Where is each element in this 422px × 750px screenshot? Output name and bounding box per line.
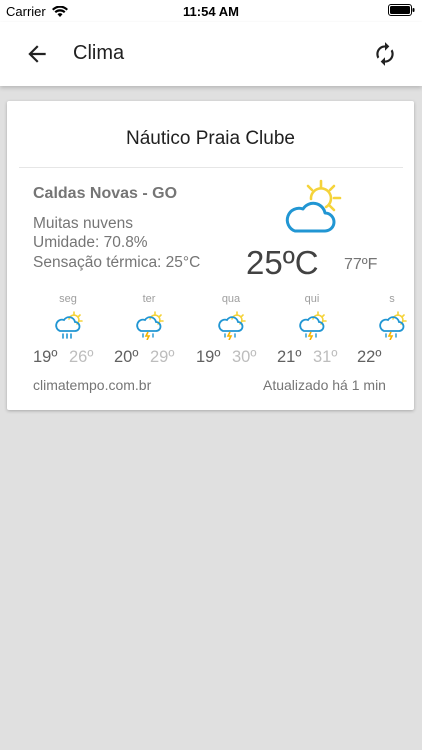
- partly-cloudy-icon: [285, 179, 342, 233]
- storm-sun-icon: [218, 311, 246, 340]
- status-time: 11:54 AM: [183, 4, 239, 19]
- updated-text: Atualizado há 1 min: [263, 377, 386, 393]
- rain-sun-icon: [55, 311, 83, 339]
- app-bar: Clima: [0, 22, 422, 86]
- back-arrow-icon[interactable]: [24, 41, 50, 67]
- storm-sun-icon: [136, 311, 164, 340]
- feels-like-text: Sensação térmica: 25°C: [33, 254, 201, 271]
- forecast-max: 31º: [313, 348, 338, 366]
- refresh-icon[interactable]: [372, 41, 398, 67]
- weather-card: Náutico Praia Clube Caldas Novas - GO Mu…: [7, 101, 414, 410]
- forecast-max: 30º: [232, 348, 257, 366]
- forecast-day-name: qui: [304, 293, 320, 305]
- temperature-fahrenheit: 77ºF: [344, 256, 378, 273]
- temperature-celsius: 25ºC: [246, 244, 319, 281]
- forecast-min: 19º: [33, 348, 58, 366]
- humidity-text: Umidade: 70.8%: [33, 234, 148, 251]
- location-name: Náutico Praia Clube: [126, 128, 295, 149]
- forecast-max: 29º: [150, 348, 175, 366]
- divider: [19, 167, 403, 168]
- forecast-day-name: seg: [59, 293, 77, 305]
- forecast-min: 21º: [277, 348, 302, 366]
- city-label: Caldas Novas - GO: [33, 185, 178, 202]
- forecast-day-name: qua: [221, 293, 241, 305]
- page-title: Clima: [73, 42, 125, 64]
- status-bar: Carrier 11:54 AM: [0, 0, 422, 22]
- forecast-min: 19º: [196, 348, 221, 366]
- storm-sun-icon: [379, 311, 407, 340]
- forecast-min: 22º: [357, 348, 382, 366]
- forecast-day-name: s: [389, 293, 395, 305]
- forecast-min: 20º: [114, 348, 139, 366]
- source-link[interactable]: climatempo.com.br: [33, 377, 151, 393]
- forecast-row: seg 19º 26º ter 20º 29º qua 19º 30º qui …: [7, 293, 414, 373]
- battery-icon: [388, 4, 415, 16]
- condition-text: Muitas nuvens: [33, 215, 133, 232]
- storm-sun-icon: [299, 311, 327, 340]
- forecast-max: 26º: [69, 348, 94, 366]
- forecast-day-name: ter: [142, 293, 156, 305]
